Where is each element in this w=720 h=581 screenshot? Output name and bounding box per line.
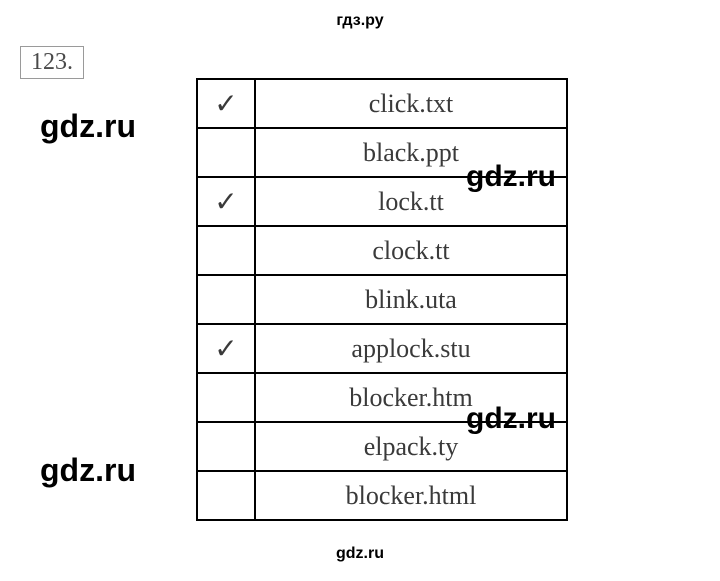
file-table-container: ✓ click.txt black.ppt ✓ lock.tt clock.tt… — [196, 78, 568, 521]
check-cell — [197, 128, 255, 177]
filename-cell: lock.tt — [255, 177, 567, 226]
page-header-site: гдз.ру — [0, 0, 720, 30]
filename-cell: clock.tt — [255, 226, 567, 275]
watermark-text: gdz.ru — [40, 108, 136, 145]
file-table: ✓ click.txt black.ppt ✓ lock.tt clock.tt… — [196, 78, 568, 521]
filename-cell: blocker.htm — [255, 373, 567, 422]
checkmark-icon: ✓ — [214, 334, 237, 365]
task-number: 123. — [20, 46, 84, 79]
table-row: clock.tt — [197, 226, 567, 275]
table-row: ✓ click.txt — [197, 79, 567, 128]
table-row: blocker.htm — [197, 373, 567, 422]
check-cell: ✓ — [197, 177, 255, 226]
watermark-text: gdz.ru — [40, 452, 136, 489]
filename-cell: elpack.ty — [255, 422, 567, 471]
footer-watermark: gdz.ru — [0, 545, 720, 563]
check-cell: ✓ — [197, 324, 255, 373]
table-row: black.ppt — [197, 128, 567, 177]
filename-cell: blocker.html — [255, 471, 567, 520]
filename-cell: black.ppt — [255, 128, 567, 177]
filename-cell: applock.stu — [255, 324, 567, 373]
check-cell — [197, 226, 255, 275]
table-row: blocker.html — [197, 471, 567, 520]
table-row: ✓ applock.stu — [197, 324, 567, 373]
check-cell — [197, 373, 255, 422]
filename-cell: blink.uta — [255, 275, 567, 324]
check-cell — [197, 275, 255, 324]
checkmark-icon: ✓ — [214, 187, 237, 218]
check-cell — [197, 422, 255, 471]
table-row: ✓ lock.tt — [197, 177, 567, 226]
filename-cell: click.txt — [255, 79, 567, 128]
check-cell: ✓ — [197, 79, 255, 128]
table-row: blink.uta — [197, 275, 567, 324]
check-cell — [197, 471, 255, 520]
table-row: elpack.ty — [197, 422, 567, 471]
checkmark-icon: ✓ — [214, 89, 237, 120]
